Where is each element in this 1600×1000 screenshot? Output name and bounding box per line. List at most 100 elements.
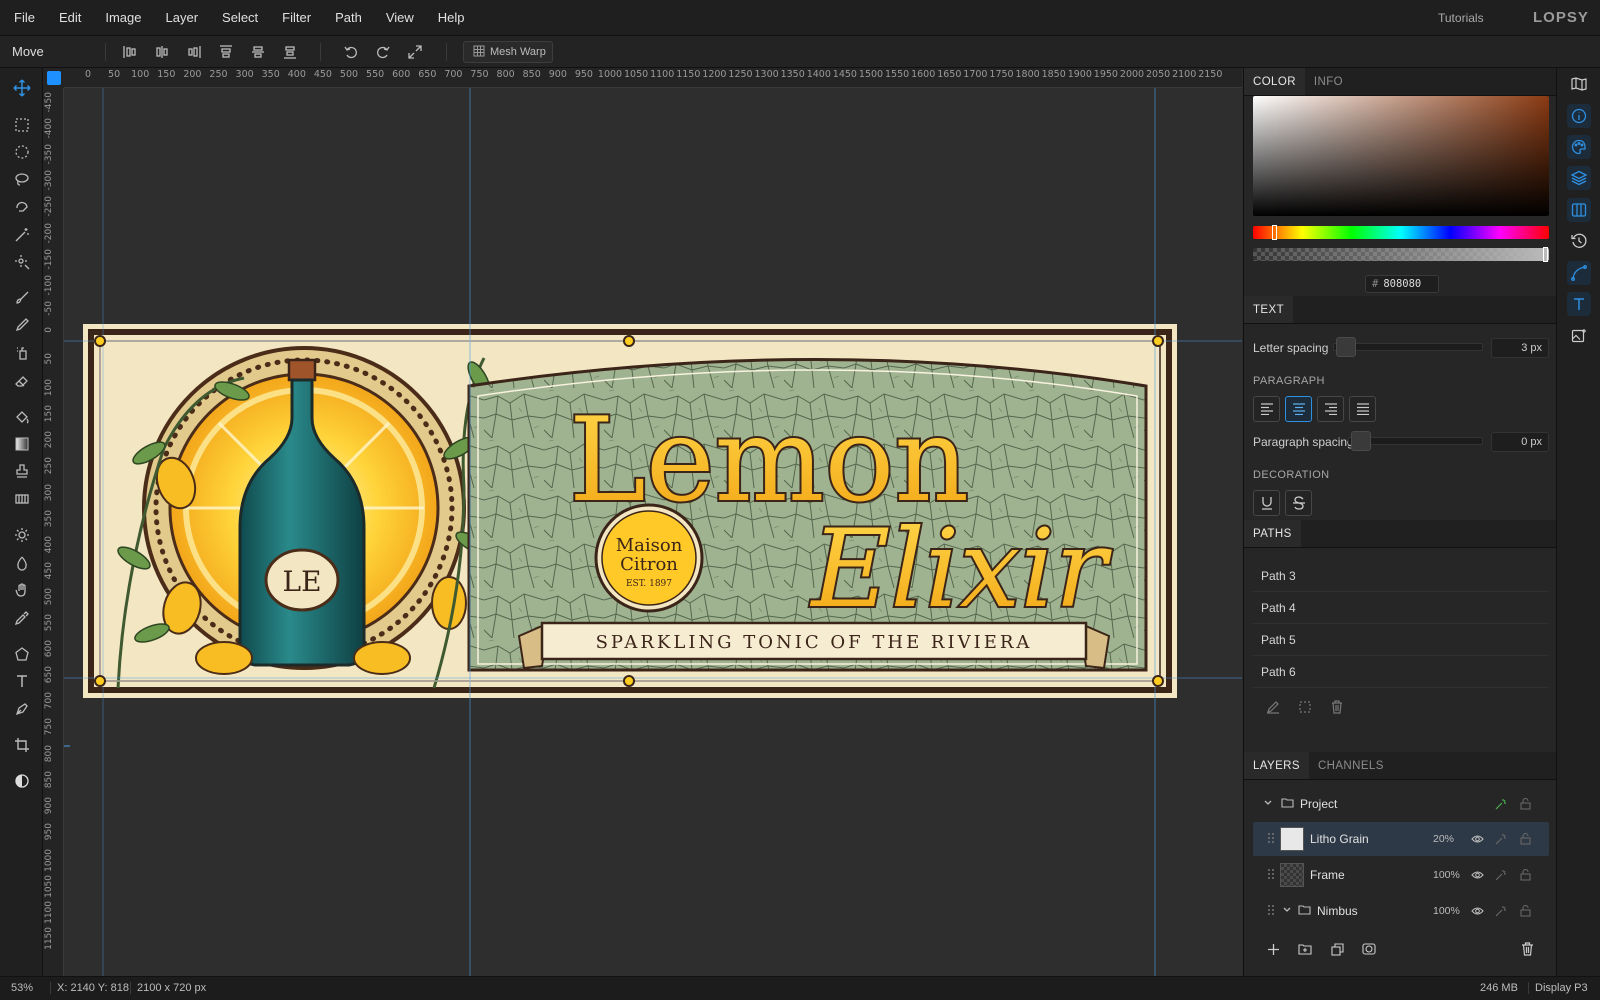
chevron-down-icon[interactable] bbox=[1282, 904, 1292, 918]
eye-icon[interactable] bbox=[1470, 904, 1484, 918]
align-right-icon[interactable] bbox=[184, 42, 204, 62]
justify-text-button[interactable] bbox=[1349, 396, 1376, 422]
lock-icon[interactable] bbox=[1518, 797, 1532, 811]
menu-layer[interactable]: Layer bbox=[154, 0, 211, 36]
polygon-icon[interactable] bbox=[11, 643, 33, 665]
canvas-area[interactable]: LE Lemon Elixir Maison Citron EST. 1897 … bbox=[64, 88, 1242, 976]
menu-filter[interactable]: Filter bbox=[270, 0, 323, 36]
ellipse-select-icon[interactable] bbox=[11, 141, 33, 163]
hex-input[interactable]: #808080 bbox=[1365, 275, 1439, 293]
path-item[interactable]: Path 5 bbox=[1253, 624, 1549, 656]
label-artwork[interactable]: LE Lemon Elixir Maison Citron EST. 1897 … bbox=[83, 324, 1177, 698]
eye-icon[interactable] bbox=[1470, 868, 1484, 882]
transform-handle[interactable] bbox=[94, 335, 106, 347]
lock-icon[interactable] bbox=[1518, 832, 1532, 846]
new-group-icon[interactable] bbox=[1298, 942, 1312, 956]
menu-view[interactable]: View bbox=[374, 0, 426, 36]
add-layer-icon[interactable] bbox=[1266, 942, 1280, 956]
paragraph-spacing-slider[interactable] bbox=[1348, 431, 1483, 451]
transform-handle[interactable] bbox=[1152, 335, 1164, 347]
undo-icon[interactable] bbox=[341, 42, 361, 62]
effects-icon[interactable] bbox=[1494, 904, 1508, 918]
navigator-icon[interactable] bbox=[1567, 72, 1591, 96]
stamp-icon[interactable] bbox=[11, 460, 33, 482]
text-panel-icon[interactable] bbox=[1567, 292, 1591, 316]
hue-slider[interactable] bbox=[1253, 225, 1549, 240]
zoom-level[interactable]: 53% bbox=[11, 982, 33, 994]
layer-group-nimbus[interactable]: Nimbus 100% bbox=[1253, 894, 1549, 928]
info-icon[interactable] bbox=[1567, 104, 1591, 128]
alpha-slider[interactable] bbox=[1253, 247, 1549, 262]
paragraph-spacing-input[interactable]: 0 px bbox=[1491, 432, 1549, 452]
magic-wand-icon[interactable] bbox=[11, 224, 33, 246]
tab-layers[interactable]: LAYERS bbox=[1244, 752, 1309, 779]
menu-path[interactable]: Path bbox=[323, 0, 374, 36]
menu-select[interactable]: Select bbox=[210, 0, 270, 36]
drag-handle-icon[interactable] bbox=[1268, 904, 1274, 918]
align-text-right-button[interactable] bbox=[1317, 396, 1344, 422]
align-center-h-icon[interactable] bbox=[152, 42, 172, 62]
history-icon[interactable] bbox=[1567, 229, 1591, 253]
layer-litho-grain[interactable]: Litho Grain 20% bbox=[1253, 822, 1549, 856]
quick-select-icon[interactable] bbox=[11, 251, 33, 273]
tab-text[interactable]: TEXT bbox=[1244, 296, 1293, 323]
layer-opacity[interactable]: 100% bbox=[1433, 869, 1460, 881]
align-text-left-button[interactable] bbox=[1253, 396, 1280, 422]
tab-channels[interactable]: CHANNELS bbox=[1309, 752, 1393, 779]
image-adjust-icon[interactable] bbox=[1567, 324, 1591, 348]
hand-icon[interactable] bbox=[11, 579, 33, 601]
align-left-icon[interactable] bbox=[120, 42, 140, 62]
mesh-warp-button[interactable]: Mesh Warp bbox=[463, 41, 553, 63]
drag-handle-icon[interactable] bbox=[1268, 832, 1274, 846]
strikethrough-button[interactable] bbox=[1285, 490, 1312, 516]
paint-bucket-icon[interactable] bbox=[11, 406, 33, 428]
effects-icon[interactable] bbox=[1494, 832, 1508, 846]
channels-icon[interactable] bbox=[1567, 198, 1591, 222]
transform-handle[interactable] bbox=[94, 675, 106, 687]
drag-handle-icon[interactable] bbox=[1268, 868, 1274, 882]
align-bottom-icon[interactable] bbox=[280, 42, 300, 62]
text-tool-icon[interactable] bbox=[11, 670, 33, 692]
menu-edit[interactable]: Edit bbox=[47, 0, 93, 36]
lasso-icon[interactable] bbox=[11, 168, 33, 190]
chevron-down-icon[interactable] bbox=[1263, 797, 1273, 811]
edit-path-icon[interactable] bbox=[1266, 700, 1280, 714]
menu-image[interactable]: Image bbox=[93, 0, 153, 36]
layer-group-project[interactable]: Project bbox=[1253, 787, 1549, 821]
eraser-icon[interactable] bbox=[11, 370, 33, 392]
slider-knob[interactable] bbox=[1336, 337, 1356, 357]
align-text-center-button[interactable] bbox=[1285, 396, 1312, 422]
tab-paths[interactable]: PATHS bbox=[1244, 520, 1301, 547]
saturation-picker[interactable] bbox=[1253, 96, 1549, 216]
move-tool-icon[interactable] bbox=[11, 77, 33, 99]
delete-path-icon[interactable] bbox=[1330, 700, 1344, 714]
layer-opacity[interactable]: 100% bbox=[1433, 905, 1460, 917]
eyedropper-icon[interactable] bbox=[11, 607, 33, 629]
artwork-canvas[interactable]: LE Lemon Elixir Maison Citron EST. 1897 … bbox=[64, 88, 1242, 976]
pen-tool-icon[interactable] bbox=[11, 698, 33, 720]
pattern-stamp-icon[interactable] bbox=[11, 488, 33, 510]
ruler-corner[interactable] bbox=[43, 68, 64, 88]
align-top-icon[interactable] bbox=[216, 42, 236, 62]
paths-icon[interactable] bbox=[1567, 261, 1591, 285]
menu-file[interactable]: File bbox=[0, 0, 47, 36]
ruler-origin-marker[interactable] bbox=[47, 71, 61, 85]
horizontal-ruler[interactable]: 0 50 100 150 200 250 300 350 400 450 500 550 600 650 7… bbox=[64, 68, 1242, 88]
transform-handle[interactable] bbox=[623, 675, 635, 687]
rect-select-icon[interactable] bbox=[11, 114, 33, 136]
layers-icon[interactable] bbox=[1567, 166, 1591, 190]
transform-handle[interactable] bbox=[1152, 675, 1164, 687]
blur-icon[interactable] bbox=[11, 552, 33, 574]
redo-icon[interactable] bbox=[373, 42, 393, 62]
letter-spacing-input[interactable]: 3 px bbox=[1491, 338, 1549, 358]
palette-icon[interactable] bbox=[1567, 135, 1591, 159]
lock-icon[interactable] bbox=[1518, 904, 1532, 918]
slider-knob[interactable] bbox=[1351, 431, 1371, 451]
duplicate-layer-icon[interactable] bbox=[1330, 942, 1344, 956]
path-item[interactable]: Path 6 bbox=[1253, 656, 1549, 688]
layer-mask-icon[interactable] bbox=[1362, 942, 1376, 956]
alpha-knob[interactable] bbox=[1543, 247, 1548, 262]
magnetic-lasso-icon[interactable] bbox=[11, 196, 33, 218]
color-mode-icon[interactable] bbox=[11, 770, 33, 792]
letter-spacing-slider[interactable] bbox=[1333, 337, 1483, 357]
